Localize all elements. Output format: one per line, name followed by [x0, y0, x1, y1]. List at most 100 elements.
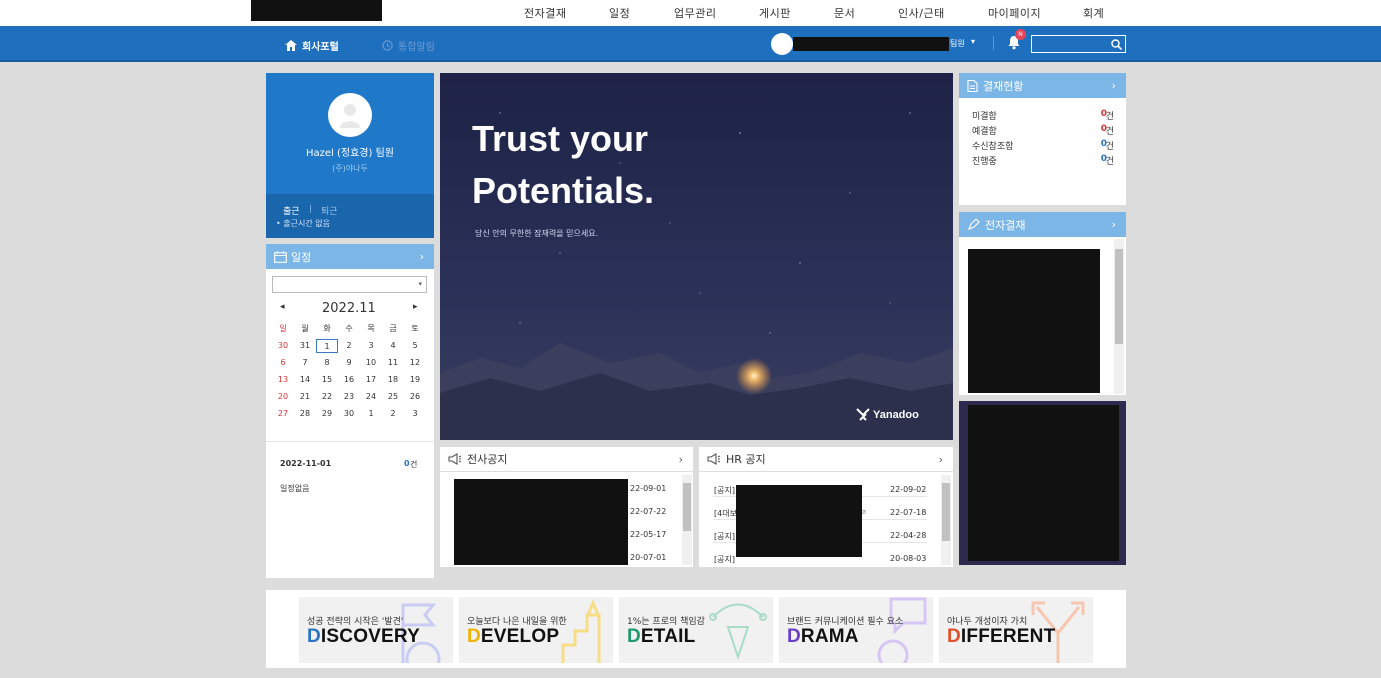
calendar-day[interactable]: 16: [338, 373, 360, 387]
calendar-day[interactable]: 11: [382, 356, 404, 370]
calendar-day[interactable]: 12: [404, 356, 426, 370]
tab-integrated-alerts[interactable]: 통합알림: [382, 38, 435, 53]
calendar-day[interactable]: 23: [338, 390, 360, 404]
scrollbar-thumb[interactable]: [683, 483, 691, 531]
banner-discovery[interactable]: 성공 전략의 시작은 '발견' DISCOVERY: [299, 597, 453, 663]
user-menu-caret-icon[interactable]: ▾: [971, 37, 975, 46]
hr-notice-item-prefix[interactable]: [공지]: [714, 485, 735, 496]
calendar-day[interactable]: 5: [404, 339, 426, 353]
schedule-header[interactable]: 일정 ›: [266, 244, 434, 269]
calendar-day[interactable]: 19: [404, 373, 426, 387]
calendar-day[interactable]: 2: [382, 407, 404, 421]
e-approval-header[interactable]: 전자결재 ›: [959, 212, 1126, 237]
nav-item-approval[interactable]: 전자결재: [524, 5, 566, 21]
calendar-day[interactable]: 22: [316, 390, 338, 404]
scrollbar[interactable]: [1114, 239, 1124, 394]
hr-notice-item-prefix[interactable]: [4대보: [714, 508, 737, 519]
schedule-count-unit: 건: [410, 460, 418, 469]
user-role-label[interactable]: 팀원: [950, 38, 965, 49]
banner-initial: D: [467, 626, 481, 647]
calendar-day[interactable]: 10: [360, 356, 382, 370]
home-icon: [285, 40, 297, 51]
calendar-day[interactable]: 27: [272, 407, 294, 421]
hero-banner[interactable]: Trust your Potentials. 당신 안의 무한한 잠재력을 믿으…: [440, 73, 953, 440]
calendar-select[interactable]: ▾: [272, 276, 427, 293]
calendar-day[interactable]: 26: [404, 390, 426, 404]
scrollbar-thumb[interactable]: [942, 483, 950, 541]
banner-initial: D: [947, 626, 961, 647]
hr-notice-header[interactable]: HR 공지 ›: [699, 447, 953, 472]
notification-bell[interactable]: N: [1007, 29, 1026, 53]
hr-notice-item-prefix[interactable]: [공지]: [714, 554, 735, 565]
banner-drama[interactable]: 브랜드 커뮤니케이션 필수 요소 DRAMA: [779, 597, 933, 663]
approval-row[interactable]: 예결함 0 건: [972, 124, 1114, 139]
weekday-label: 화: [323, 324, 331, 333]
calendar-day[interactable]: 30: [272, 339, 294, 353]
approval-row[interactable]: 진행중 0 건: [972, 154, 1114, 169]
calendar-day[interactable]: 17: [360, 373, 382, 387]
calendar-day[interactable]: 30: [338, 407, 360, 421]
scrollbar[interactable]: [682, 475, 692, 565]
calendar-day[interactable]: 9: [338, 356, 360, 370]
nav-item-documents[interactable]: 문서: [834, 5, 855, 21]
approval-row[interactable]: 수신참조함 0 건: [972, 139, 1114, 154]
calendar-day[interactable]: 28: [294, 407, 316, 421]
calendar-day[interactable]: 18: [382, 373, 404, 387]
approval-status-header[interactable]: 결재현황 ›: [959, 73, 1126, 98]
calendar-day[interactable]: 29: [316, 407, 338, 421]
user-avatar[interactable]: [771, 33, 793, 55]
banner-detail[interactable]: 1%는 프로의 책임감 DETAIL: [619, 597, 773, 663]
calendar-day[interactable]: 20: [272, 390, 294, 404]
nav-item-accounting[interactable]: 회계: [1083, 5, 1104, 21]
scrollbar-thumb[interactable]: [1115, 249, 1123, 344]
nav-item-mypage[interactable]: 마이페이지: [988, 5, 1041, 21]
weekday-label: 금: [389, 324, 397, 333]
calendar-day[interactable]: 15: [316, 373, 338, 387]
nav-item-work[interactable]: 업무관리: [674, 5, 716, 21]
promo-widget[interactable]: [959, 401, 1126, 565]
calendar-day-today[interactable]: 1: [316, 339, 338, 353]
banner-develop[interactable]: 오늘보다 나은 내일을 위한 DEVELOP: [459, 597, 613, 663]
calendar-day[interactable]: 4: [382, 339, 404, 353]
search-icon[interactable]: [1111, 39, 1122, 50]
approval-status-panel: 결재현황 › 미결함 0 건 예결함 0 건 수신참조함 0 건 진행중 0 건: [959, 73, 1126, 205]
hr-notice-item-prefix[interactable]: [공지]: [714, 531, 735, 542]
scrollbar[interactable]: [941, 475, 951, 565]
schedule-title: 일정: [291, 250, 312, 264]
chevron-right-icon[interactable]: ›: [1112, 79, 1116, 92]
banner-title-rest: ISCOVERY: [320, 626, 421, 647]
search-input[interactable]: [1032, 36, 1110, 52]
profile-avatar[interactable]: [328, 93, 372, 137]
nav-item-board[interactable]: 게시판: [759, 5, 791, 21]
chevron-right-icon[interactable]: ›: [939, 453, 943, 466]
calendar-day[interactable]: 24: [360, 390, 382, 404]
calendar-day[interactable]: 3: [360, 339, 382, 353]
chevron-right-icon[interactable]: ›: [1112, 218, 1116, 231]
nav-item-schedule[interactable]: 일정: [609, 5, 630, 21]
calendar-day[interactable]: 2: [338, 339, 360, 353]
calendar-day[interactable]: 13: [272, 373, 294, 387]
calendar-day[interactable]: 1: [360, 407, 382, 421]
banner-different[interactable]: 야나두 개성이자 가치 DIFFERENT: [939, 597, 1093, 663]
calendar-day[interactable]: 8: [316, 356, 338, 370]
approval-row[interactable]: 미결함 0 건: [972, 109, 1114, 124]
clock-in-button[interactable]: 출근: [283, 204, 300, 217]
calendar-day[interactable]: 25: [382, 390, 404, 404]
calendar-day[interactable]: 3: [404, 407, 426, 421]
chevron-right-icon[interactable]: ›: [420, 250, 424, 263]
next-month-button[interactable]: ▸: [413, 302, 418, 312]
company-notice-header[interactable]: 전사공지 ›: [440, 447, 693, 472]
calendar-day[interactable]: 14: [294, 373, 316, 387]
nav-item-hr[interactable]: 인사/근태: [898, 5, 945, 21]
megaphone-icon: [707, 453, 721, 465]
calendar-day[interactable]: 7: [294, 356, 316, 370]
company-logo-redacted[interactable]: [251, 0, 382, 21]
calendar-day[interactable]: 31: [294, 339, 316, 353]
calendar-day[interactable]: 21: [294, 390, 316, 404]
chevron-right-icon[interactable]: ›: [679, 453, 683, 466]
calendar-day[interactable]: 6: [272, 356, 294, 370]
tab-company-portal[interactable]: 회사포털: [285, 38, 339, 53]
e-approval-content-redacted: [968, 249, 1100, 393]
clock-out-button[interactable]: 퇴근: [321, 204, 338, 217]
prev-month-button[interactable]: ◂: [280, 302, 285, 312]
